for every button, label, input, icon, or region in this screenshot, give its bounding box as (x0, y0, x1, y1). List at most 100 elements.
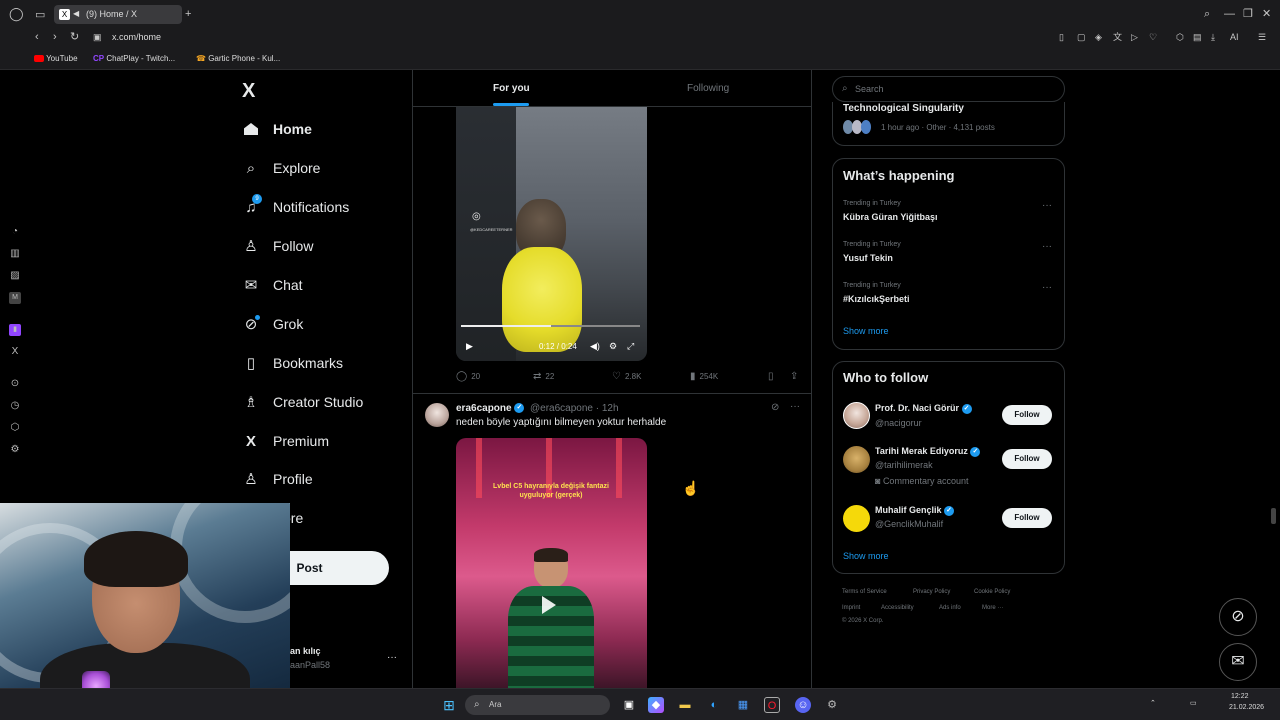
new-tab-icon[interactable]: + (185, 8, 191, 20)
follow-avatar[interactable] (843, 446, 870, 473)
page-scrollbar[interactable] (1271, 508, 1276, 524)
follow-avatar[interactable] (843, 505, 870, 532)
edge-icon[interactable]: ◐ (706, 697, 722, 713)
tab-following[interactable]: Following (687, 83, 729, 94)
follow-button[interactable]: Follow (1002, 508, 1052, 528)
footer-link[interactable]: More ··· (982, 605, 1003, 611)
twitch-icon[interactable]: ▮ (9, 324, 21, 336)
translate-icon[interactable]: 文 (1113, 31, 1122, 43)
bookmark-youtube[interactable]: YouTube (34, 54, 78, 63)
windows-start-icon[interactable]: ⊞ (441, 697, 457, 713)
tab-home-x[interactable]: X ◀ (9) Home / X (54, 5, 182, 24)
show-more-trends[interactable]: Show more (843, 326, 889, 336)
account-name[interactable]: an kılıç (290, 646, 321, 656)
video-play-icon[interactable] (542, 596, 556, 614)
discord-icon[interactable]: ☺ (795, 697, 811, 713)
footer-link[interactable]: Privacy Policy (913, 589, 950, 595)
footer-link[interactable]: Terms of Service (842, 589, 887, 595)
crypto-wallet-icon[interactable]: ▥ (9, 248, 21, 260)
bookmark-post-action[interactable]: ▯ (768, 371, 778, 382)
tray-network-icon[interactable]: ▭ (1190, 699, 1197, 707)
steam-icon[interactable]: ⚙ (824, 697, 840, 713)
trend-more-icon[interactable]: ··· (1042, 200, 1052, 211)
tray-chevron-icon[interactable]: ⌃ (1150, 699, 1156, 707)
nav-creator-studio[interactable]: ♗ Creator Studio (242, 390, 363, 414)
post2-avatar[interactable] (425, 403, 449, 427)
adblock-icon[interactable]: ◈ (1095, 31, 1102, 43)
tab-islands-icon[interactable]: ▭ (35, 9, 45, 21)
reload-icon[interactable]: ↻ (70, 31, 79, 43)
file-explorer-icon[interactable]: ▬ (677, 697, 693, 713)
account-more-icon[interactable]: ··· (387, 652, 397, 663)
follow-avatar[interactable] (843, 402, 870, 429)
nav-grok[interactable]: ⊘ Grok (242, 312, 303, 336)
bookmark-page-icon[interactable]: ▯ (1059, 31, 1064, 43)
opera-logo-icon[interactable]: ◯ (9, 7, 24, 20)
snapshot-icon[interactable]: ▢ (1077, 31, 1086, 43)
settings-icon[interactable]: ⚙ (9, 444, 21, 456)
x-sidebar-icon[interactable]: X (9, 346, 21, 358)
nav-home[interactable]: Home (242, 117, 312, 141)
follow-account-name[interactable]: Tarihi Merak Ediyoruz ✓ (875, 446, 981, 457)
bookmark-chatplay[interactable]: CP ChatPlay - Twitch... (93, 54, 175, 63)
speaker-icon[interactable]: ◀ (73, 9, 79, 18)
easy-setup-icon[interactable]: ☰ (1258, 31, 1266, 43)
follow-button[interactable]: Follow (1002, 449, 1052, 469)
search-input[interactable]: ⌕ Search (832, 76, 1065, 102)
reply-action[interactable]: ◯ 20 (456, 371, 480, 382)
maximize-icon[interactable]: ❐ (1243, 8, 1253, 20)
messenger-m-icon[interactable]: M (9, 292, 21, 304)
extensions-icon[interactable]: ⬡ (1176, 31, 1184, 43)
heart-icon[interactable]: ♡ (1149, 31, 1157, 43)
pinboard-icon[interactable]: ▨ (9, 270, 21, 282)
share-action[interactable]: ⇪ (790, 371, 802, 382)
grok-float-icon[interactable]: ⊘ (1219, 598, 1257, 636)
opera-taskbar-icon[interactable]: O (764, 697, 780, 713)
tab-for-you[interactable]: For you (493, 83, 530, 94)
post1-video[interactable]: ◎ @KEDCAREETERNER ▶ 0:12 / 0:24 ◀) ⚙ ⤢ (456, 107, 647, 361)
messages-float-icon[interactable]: ✉ (1219, 643, 1257, 681)
play-icon[interactable]: ▶ (466, 341, 473, 352)
download-icon[interactable]: ⤓ (1211, 31, 1215, 43)
search-tabs-icon[interactable]: ⌕ (1204, 8, 1210, 20)
trend-more-icon[interactable]: ··· (1042, 241, 1052, 252)
bookmark-gartic[interactable]: ☎ Gartic Phone - Kul... (196, 54, 280, 63)
close-window-icon[interactable]: ✕ (1262, 8, 1271, 20)
back-icon[interactable]: ‹ (35, 31, 39, 43)
minimize-icon[interactable]: — (1224, 8, 1235, 20)
nav-profile[interactable]: ♙ Profile (242, 467, 312, 491)
video-progress-bar[interactable] (461, 325, 640, 327)
player-icon[interactable]: ⊙ (9, 378, 21, 390)
taskbar-time[interactable]: 12:22 (1231, 693, 1249, 700)
extensions-sidebar-icon[interactable]: ⬡ (9, 422, 21, 434)
repost-action[interactable]: ⇄ 22 (533, 371, 554, 382)
taskbar-search[interactable]: ⌕ Ara (465, 695, 610, 715)
aria-ai-icon[interactable]: AI (1230, 31, 1239, 43)
trend-more-icon[interactable]: ··· (1042, 282, 1052, 293)
post2-author[interactable]: era6capone ✓ (456, 403, 525, 414)
nav-premium[interactable]: X Premium (242, 429, 329, 453)
lock-icon[interactable]: ▣ (93, 31, 102, 43)
like-action[interactable]: ♡ 2.8K (612, 371, 641, 382)
task-view-icon[interactable]: ▣ (621, 697, 637, 713)
post-more-icon[interactable]: ··· (790, 401, 800, 412)
show-more-follow[interactable]: Show more (843, 551, 889, 561)
play-icon[interactable]: ▷ (1131, 31, 1138, 43)
store-icon[interactable]: ▦ (735, 697, 751, 713)
volume-icon[interactable]: ◀) (590, 341, 600, 352)
grok-explain-icon[interactable]: ⊘ (771, 402, 779, 413)
nav-notifications[interactable]: ♫ 9 Notifications (242, 194, 349, 219)
copilot-icon[interactable]: ◆ (648, 697, 664, 713)
video-settings-icon[interactable]: ⚙ (609, 341, 617, 352)
wallet-icon[interactable]: ▤ (1193, 31, 1202, 43)
forward-icon[interactable]: › (53, 31, 57, 43)
post2-video[interactable]: Lvbel C5 hayranıyla değişik fantazi uygu… (456, 438, 647, 688)
trend-card-top[interactable]: Technological Singularity 1 hour ago · O… (832, 102, 1065, 146)
aria-icon[interactable]: ◔ (9, 226, 21, 238)
footer-link[interactable]: Imprint (842, 605, 860, 611)
nav-follow[interactable]: ♙ Follow (242, 234, 313, 258)
footer-link[interactable]: Accessibility (881, 605, 914, 611)
follow-account-name[interactable]: Muhalif Gençlik ✓ (875, 505, 955, 516)
x-logo-icon[interactable]: X (242, 80, 255, 103)
history-icon[interactable]: ◷ (9, 400, 21, 412)
